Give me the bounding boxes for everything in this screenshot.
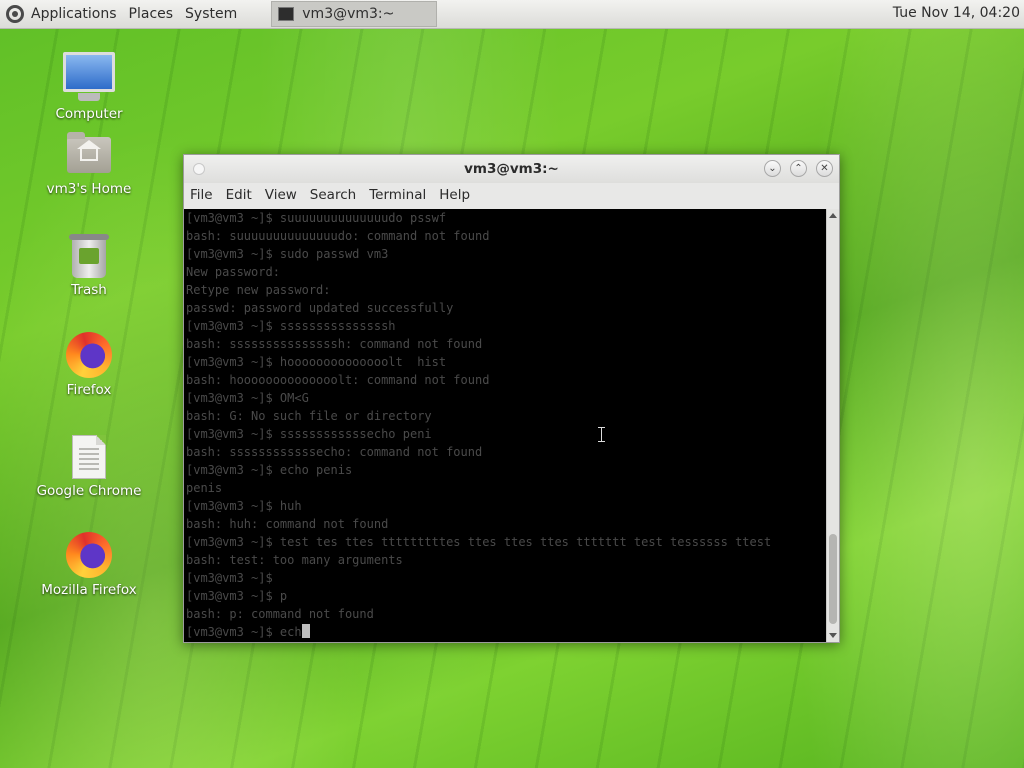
desktop-icon-label: Google Chrome — [36, 483, 142, 499]
maximize-icon[interactable]: ⌃ — [790, 160, 807, 177]
scroll-down-icon[interactable] — [829, 633, 837, 638]
document-icon — [72, 435, 106, 479]
window-title: vm3@vm3:~ — [464, 161, 559, 177]
terminal-current-line: [vm3@vm3 ~]$ ech — [186, 623, 826, 641]
desktop-icon-home[interactable]: vm3's Home — [29, 132, 149, 197]
terminal-line: [vm3@vm3 ~]$ OM<G — [186, 391, 309, 405]
desktop-icon-label: vm3's Home — [46, 181, 132, 197]
terminal-line: bash: test: too many arguments — [186, 553, 403, 567]
terminal-line: [vm3@vm3 ~]$ ssssssssssssecho peni — [186, 427, 432, 441]
desktop-icon-firefox[interactable]: Firefox — [29, 332, 149, 398]
terminal-line: bash: huh: command not found — [186, 517, 389, 531]
scroll-up-icon[interactable] — [829, 213, 837, 218]
scrollbar-thumb[interactable] — [829, 534, 837, 624]
desktop-icon-google-chrome[interactable]: Google Chrome — [29, 435, 149, 499]
terminal-scrollbar[interactable] — [826, 209, 839, 642]
desktop-icon-label: Firefox — [66, 382, 112, 398]
terminal-line: [vm3@vm3 ~]$ p — [186, 589, 288, 603]
menu-search[interactable]: Search — [310, 187, 356, 203]
terminal-line: bash: hoooooooooooooolt: command not fou… — [186, 373, 490, 387]
computer-icon — [63, 52, 115, 101]
terminal-line: New password: — [186, 265, 280, 279]
terminal-window: vm3@vm3:~ ⌄ ⌃ ✕ File Edit View Search Te… — [183, 154, 840, 643]
taskbar-button-label: vm3@vm3:~ — [302, 6, 395, 22]
terminal-line: bash: suuuuuuuuuuuuuudo: command not fou… — [186, 229, 490, 243]
top-panel: Applications Places System vm3@vm3:~ Tue… — [0, 0, 1024, 29]
title-bar[interactable]: vm3@vm3:~ ⌄ ⌃ ✕ — [184, 155, 839, 183]
terminal-line: [vm3@vm3 ~]$ echo penis — [186, 463, 353, 477]
terminal-text[interactable]: [vm3@vm3 ~]$ suuuuuuuuuuuuuudo psswf bash… — [184, 209, 826, 641]
menu-file[interactable]: File — [190, 187, 213, 203]
home-folder-icon — [67, 132, 111, 173]
desktop-icon-label: Mozilla Firefox — [41, 582, 137, 598]
terminal-line: bash: p: command not found — [186, 607, 374, 621]
terminal-line: [vm3@vm3 ~]$ — [186, 571, 273, 585]
desktop-icon-label: Trash — [71, 282, 107, 298]
text-cursor-icon — [598, 427, 605, 442]
terminal-line: penis — [186, 481, 223, 495]
terminal-line: Retype new password: — [186, 283, 331, 297]
terminal-line: bash: ssssssssssssecho: command not foun… — [186, 445, 483, 459]
close-icon[interactable]: ✕ — [816, 160, 833, 177]
terminal-line: passwd: password updated successfully — [186, 301, 454, 315]
applications-menu[interactable]: Applications — [31, 6, 117, 22]
distro-logo-icon[interactable] — [6, 5, 24, 23]
terminal-output[interactable]: [vm3@vm3 ~]$ suuuuuuuuuuuuuudo psswf bash… — [184, 209, 826, 642]
terminal-icon — [278, 7, 295, 21]
terminal-line: bash: sssssssssssssssh: command not foun… — [186, 337, 483, 351]
menu-edit[interactable]: Edit — [226, 187, 252, 203]
terminal-line: bash: G: No such file or directory — [186, 409, 432, 423]
menu-view[interactable]: View — [265, 187, 297, 203]
taskbar-terminal-button[interactable]: vm3@vm3:~ — [271, 1, 438, 27]
firefox-icon — [66, 332, 112, 378]
clock[interactable]: Tue Nov 14, 04:20 — [893, 5, 1020, 21]
terminal-cursor — [301, 624, 310, 638]
desktop-icon-trash[interactable]: Trash — [29, 234, 149, 298]
menu-terminal[interactable]: Terminal — [369, 187, 426, 203]
terminal-line: [vm3@vm3 ~]$ suuuuuuuuuuuuuudo psswf — [186, 211, 447, 225]
places-menu[interactable]: Places — [129, 6, 174, 22]
desktop-icon-label: Computer — [55, 106, 123, 122]
terminal-line: [vm3@vm3 ~]$ sudo passwd vm3 — [186, 247, 389, 261]
trash-icon — [69, 234, 109, 278]
system-menu[interactable]: System — [185, 6, 237, 22]
minimize-icon[interactable]: ⌄ — [764, 160, 781, 177]
desktop-icon-computer[interactable]: Computer — [29, 52, 149, 122]
terminal-line: [vm3@vm3 ~]$ hoooooooooooooolt hist — [186, 355, 447, 369]
terminal-line: [vm3@vm3 ~]$ sssssssssssssssh — [186, 319, 396, 333]
menu-help[interactable]: Help — [439, 187, 470, 203]
firefox-icon — [66, 532, 112, 578]
terminal-line: [vm3@vm3 ~]$ huh — [186, 499, 302, 513]
desktop-icon-mozilla-firefox[interactable]: Mozilla Firefox — [29, 532, 149, 598]
terminal-line: [vm3@vm3 ~]$ test tes ttes tttttttttes t… — [186, 535, 772, 549]
terminal-menubar: File Edit View Search Terminal Help — [184, 183, 839, 207]
